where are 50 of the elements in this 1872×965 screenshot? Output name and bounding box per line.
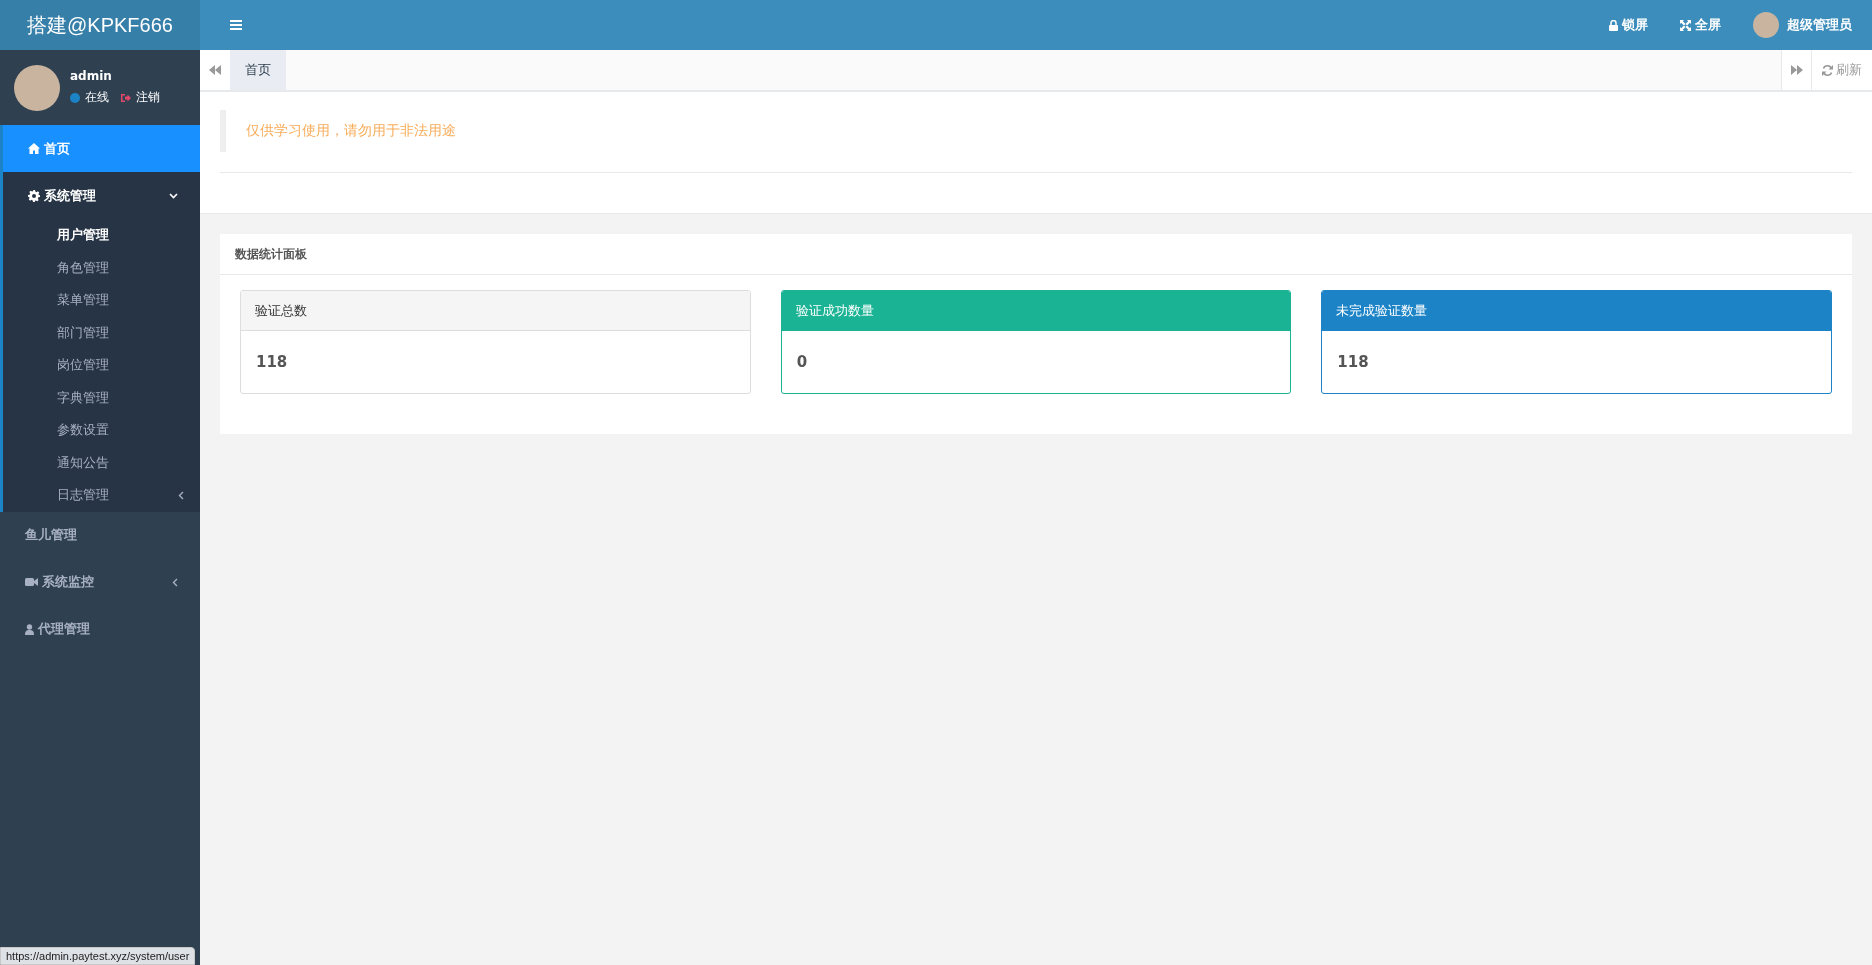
avatar-placeholder [1753,12,1779,38]
user-icon [25,623,34,635]
submenu-item[interactable]: 角色管理 [3,251,200,284]
avatar-placeholder [14,64,60,111]
chevron-down-icon [169,192,178,199]
sidebar-item[interactable]: 系统管理 [3,172,200,219]
expand-icon [1680,19,1691,31]
refresh-icon [1822,64,1833,76]
scroll-left-button[interactable] [200,50,230,90]
logout-link[interactable]: 注销 [136,89,160,106]
menu-icon [230,20,242,30]
stat-value: 0 [795,352,809,373]
double-left-arrow-icon [209,65,221,75]
status-dot-icon [70,92,80,103]
page-tab[interactable]: 首页 [230,50,286,90]
sidebar-item[interactable]: 鱼儿管理 [0,511,200,559]
chevron-left-icon [172,577,178,587]
sidebar-item[interactable]: 代理管理 [0,605,200,653]
submenu-item[interactable]: 字典管理 [3,381,200,414]
video-camera-icon [25,577,38,587]
app-logo[interactable]: 搭建@KPKF666 [0,0,200,50]
sign-out-icon [120,92,131,103]
submenu-item[interactable]: 用户管理 [3,219,200,252]
online-status: 在线 [85,89,109,106]
notice-text: 仅供学习使用，请勿用于非法用途 [220,110,1852,152]
double-right-arrow-icon [1790,65,1803,75]
fullscreen-button[interactable]: 全屏 [1680,16,1721,34]
stat-value: 118 [255,352,289,373]
card-header: 未完成验证数量 [1322,291,1831,331]
stat-value: 118 [1336,352,1370,373]
user-menu-button[interactable]: 超级管理员 [1753,12,1852,38]
lock-icon [1609,19,1618,31]
home-icon [28,143,40,154]
gear-icon [28,189,40,202]
scroll-right-button[interactable] [1781,50,1811,90]
submenu-item[interactable]: 部门管理 [3,316,200,349]
submenu-item[interactable]: 岗位管理 [3,349,200,382]
link-preview-tooltip: https://admin.paytest.xyz/system/user [0,947,196,965]
sidebar-item[interactable]: 首页 [0,125,200,172]
panel-title: 数据统计面板 [220,234,1852,275]
card-header: 验证总数 [241,291,750,331]
submenu-item[interactable]: 参数设置 [3,414,200,447]
submenu-item[interactable]: 日志管理 [3,479,200,512]
lock-screen-button[interactable]: 锁屏 [1609,16,1648,34]
submenu-item[interactable]: 菜单管理 [3,284,200,317]
chevron-left-icon [178,490,184,500]
submenu-item[interactable]: 通知公告 [3,446,200,479]
user-name: admin [70,69,113,83]
card-header: 验证成功数量 [781,291,1291,331]
sidebar-item[interactable]: 系统监控 [0,558,200,606]
